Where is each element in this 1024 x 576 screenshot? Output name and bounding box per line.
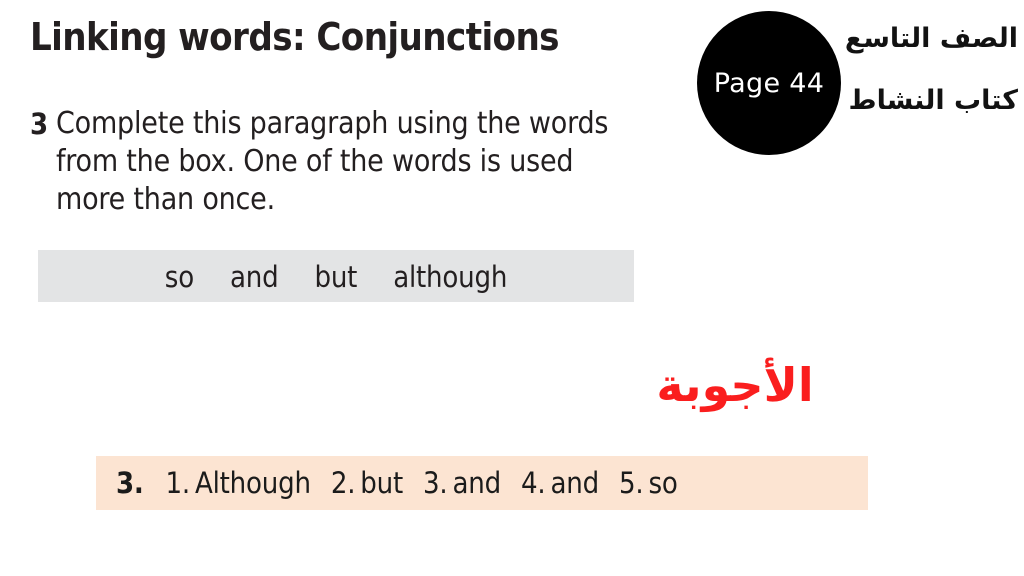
word-bank-item: so [164,260,194,294]
book-label: كتاب النشاط [848,85,1018,116]
answer-item-value: and [452,466,502,500]
answer-item-value: Although [194,466,311,500]
answer-item-index: 4. [521,466,546,500]
word-bank-box: so and but although [38,250,634,302]
answer-item: 5. so [619,466,678,500]
page-title: Linking words: Conjunctions [30,15,560,59]
answer-item-value: so [648,466,678,500]
answer-row: 3. 1. Although 2. but 3. and 4. and 5. so [116,466,678,500]
exercise-number: 3 [30,107,48,141]
answer-item-index: 5. [619,466,644,500]
answer-item-value: but [360,466,404,500]
exercise-block: 3 Complete this paragraph using the word… [30,105,630,219]
worksheet-page: Linking words: Conjunctions 3 Complete t… [0,0,1024,576]
word-bank-item: and [229,260,279,294]
page-number-label: Page 44 [713,67,825,99]
answer-item-value: and [550,466,600,500]
answer-question-number: 3. [116,466,144,500]
exercise-instruction: Complete this paragraph using the words … [56,106,609,217]
answer-item-index: 2. [330,466,356,500]
word-bank-item: but [314,260,358,294]
answer-bar: 3. 1. Although 2. but 3. and 4. and 5. so [96,456,868,510]
answer-item-index: 3. [423,466,448,500]
grade-label: الصف التاسع [844,23,1018,54]
answer-item: 1. Although [165,466,311,500]
word-bank-item: although [393,260,508,294]
word-bank-list: so and but although [164,260,508,294]
answers-heading: الأجوبة [656,358,814,412]
answer-item: 2. but [331,466,403,500]
answer-item: 4. and [521,466,599,500]
answer-item-index: 1. [165,466,190,500]
page-number-badge: Page 44 [697,11,841,155]
header-labels: الصف التاسع كتاب النشاط [844,8,1018,132]
answer-item: 3. and [423,466,501,500]
